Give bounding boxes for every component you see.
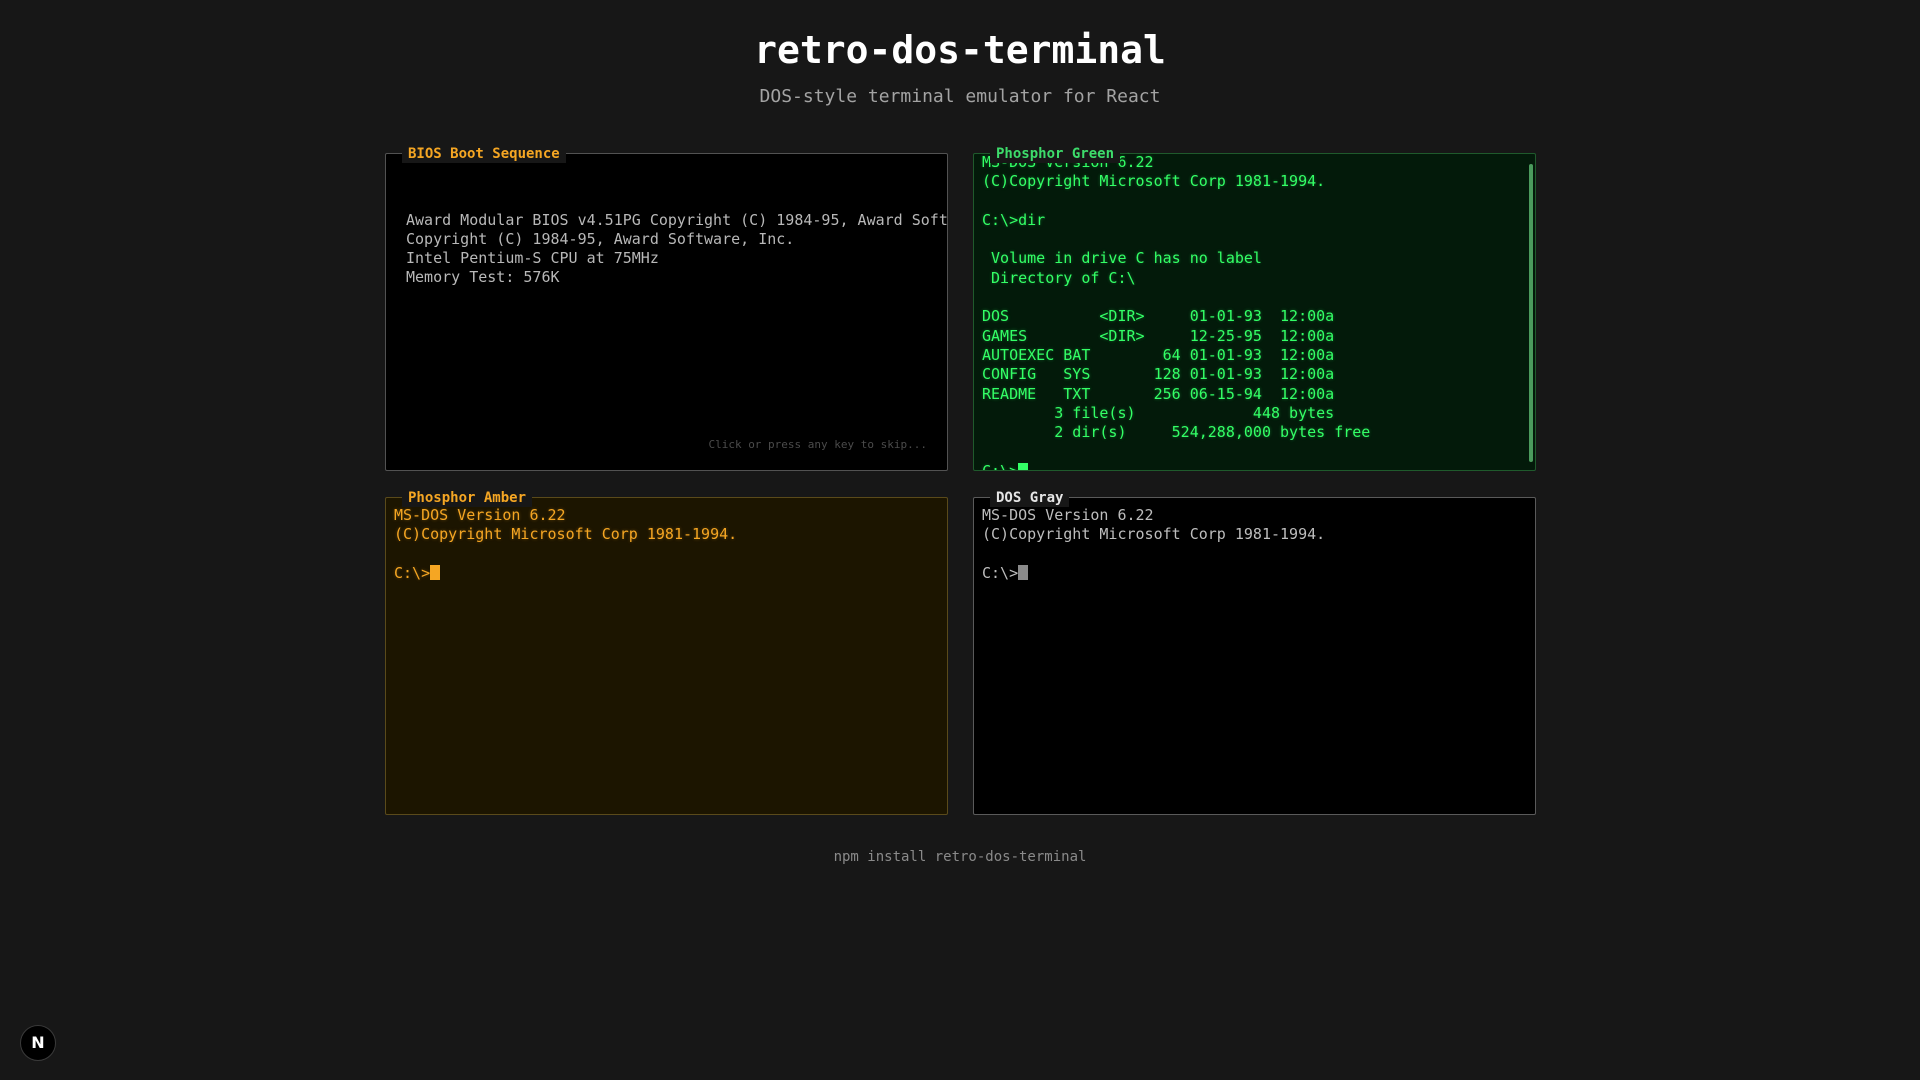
amber-cursor: [430, 564, 441, 580]
amber-panel-label: Phosphor Amber: [402, 489, 533, 507]
skip-hint[interactable]: Click or press any key to skip...: [708, 438, 927, 452]
green-cursor: [1018, 462, 1029, 470]
bios-terminal-panel[interactable]: BIOS Boot Sequence Award Modular BIOS v4…: [385, 145, 948, 471]
amber-terminal-panel[interactable]: Phosphor Amber MS-DOS Version 6.22 (C)Co…: [385, 489, 948, 815]
bios-screen-text: Award Modular BIOS v4.51PG Copyright (C)…: [406, 210, 947, 287]
bios-panel-label: BIOS Boot Sequence: [402, 145, 566, 163]
amber-screen-text: MS-DOS Version 6.22 (C)Copyright Microso…: [394, 506, 738, 582]
bios-terminal-screen[interactable]: Award Modular BIOS v4.51PG Copyright (C)…: [386, 154, 947, 470]
page-title: retro-dos-terminal: [754, 28, 1166, 72]
amber-terminal-screen[interactable]: MS-DOS Version 6.22 (C)Copyright Microso…: [386, 498, 947, 814]
gray-screen-text: MS-DOS Version 6.22 (C)Copyright Microso…: [982, 506, 1326, 582]
green-scrollbar[interactable]: [1529, 164, 1533, 462]
page-subtitle: DOS-style terminal emulator for React: [759, 86, 1161, 107]
nextjs-logo-icon[interactable]: N: [20, 1025, 56, 1061]
green-screen-text: MS-DOS Version 6.22 (C)Copyright Microso…: [982, 153, 1370, 470]
page: retro-dos-terminal DOS-style terminal em…: [0, 0, 1920, 1080]
green-terminal-panel[interactable]: Phosphor Green MS-DOS Version 6.22 (C)Co…: [973, 145, 1536, 471]
install-command: npm install retro-dos-terminal: [833, 849, 1087, 865]
green-panel-label: Phosphor Green: [990, 145, 1121, 163]
green-terminal-screen[interactable]: MS-DOS Version 6.22 (C)Copyright Microso…: [974, 153, 1535, 470]
gray-cursor: [1018, 564, 1029, 580]
gray-panel-label: DOS Gray: [990, 489, 1070, 507]
gray-terminal-panel[interactable]: DOS Gray MS-DOS Version 6.22 (C)Copyrigh…: [973, 489, 1536, 815]
gray-terminal-screen[interactable]: MS-DOS Version 6.22 (C)Copyright Microso…: [974, 498, 1535, 814]
